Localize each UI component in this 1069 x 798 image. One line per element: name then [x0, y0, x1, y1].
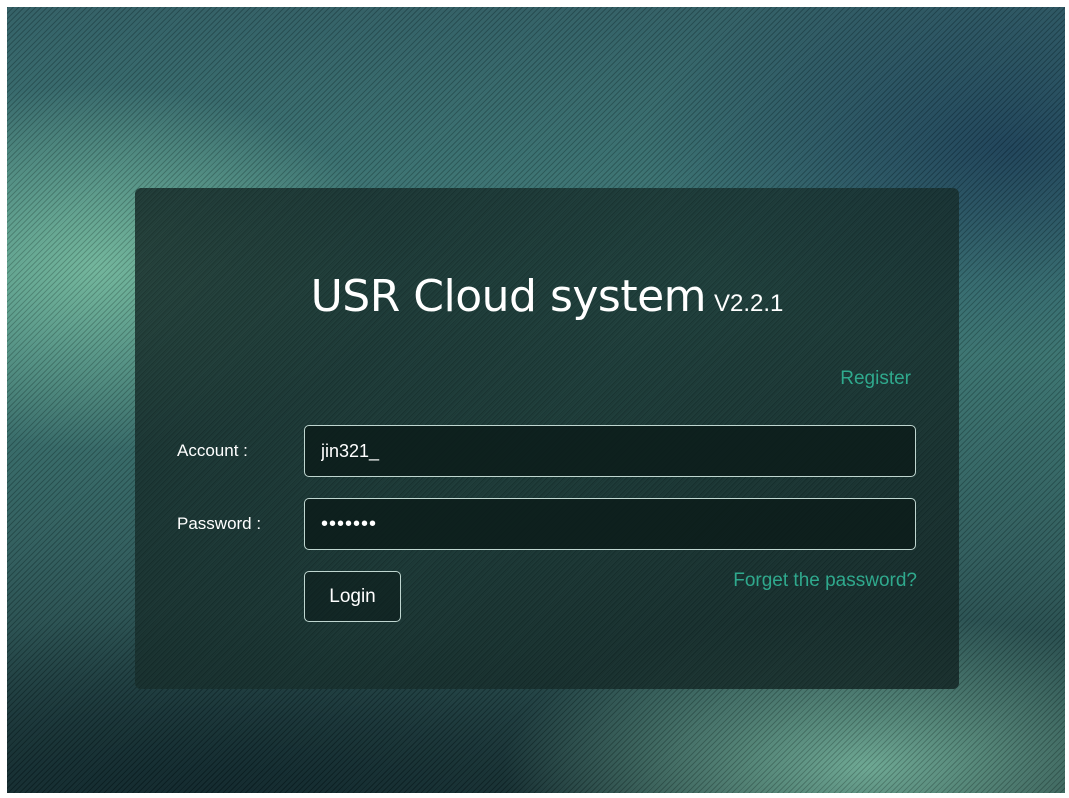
- version-text: V2.2.1: [714, 290, 784, 317]
- register-link[interactable]: Register: [840, 368, 911, 390]
- login-page: USR Cloud system V2.2.1 Register Account …: [0, 0, 1069, 798]
- login-card: USR Cloud system V2.2.1 Register Account …: [135, 188, 959, 689]
- login-button[interactable]: Login: [304, 571, 401, 622]
- account-label: Account :: [177, 441, 248, 460]
- page-title: USR Cloud system V2.2.1: [135, 271, 959, 322]
- title-text: USR Cloud system: [310, 271, 707, 322]
- account-input[interactable]: [304, 425, 916, 477]
- password-label: Password :: [177, 514, 262, 533]
- forget-password-link[interactable]: Forget the password?: [733, 570, 917, 592]
- password-input[interactable]: [304, 498, 916, 550]
